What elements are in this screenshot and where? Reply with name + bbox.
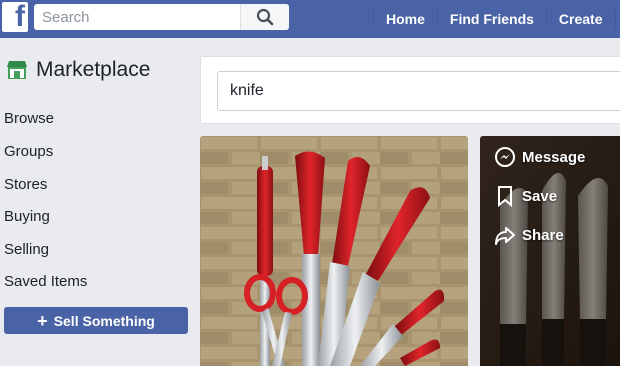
search-box	[34, 4, 289, 30]
marketplace-search-panel	[200, 56, 620, 124]
messenger-icon	[494, 146, 516, 168]
facebook-logo-letter: f	[15, 2, 25, 32]
message-action[interactable]: Message	[494, 146, 585, 168]
bookmark-icon	[494, 185, 516, 207]
share-arrow-icon	[494, 224, 516, 246]
sidebar-item-selling[interactable]: Selling	[4, 241, 49, 258]
save-label: Save	[522, 187, 558, 205]
search-input[interactable]	[34, 4, 255, 30]
top-nav-links: Home Find Friends Create	[373, 0, 616, 38]
sell-something-label: Sell Something	[53, 312, 155, 329]
marketplace-search-field	[217, 71, 620, 111]
page-title: Marketplace	[36, 58, 151, 81]
nav-divider	[545, 9, 547, 29]
nav-divider	[614, 9, 616, 29]
nav-create[interactable]: Create	[547, 0, 615, 38]
sidebar-item-stores[interactable]: Stores	[4, 176, 47, 193]
nav-divider	[436, 9, 438, 29]
marketplace-search-input[interactable]	[218, 72, 620, 110]
save-action[interactable]: Save	[494, 185, 557, 207]
nav-home[interactable]: Home	[374, 0, 437, 38]
sell-something-button[interactable]: + Sell Something	[4, 307, 188, 334]
search-icon	[256, 8, 274, 26]
nav-divider	[373, 9, 374, 29]
share-label: Share	[522, 226, 564, 244]
nav-find-friends[interactable]: Find Friends	[438, 0, 546, 38]
sidebar-item-saved-items[interactable]: Saved Items	[4, 273, 87, 290]
marketplace-store-icon	[7, 61, 27, 79]
plus-icon: +	[37, 310, 48, 331]
listing-photo-knife-block[interactable]	[200, 136, 468, 366]
marketplace-header[interactable]: Marketplace	[6, 58, 150, 82]
share-action[interactable]: Share	[494, 224, 564, 246]
sidebar-item-buying[interactable]: Buying	[4, 208, 50, 225]
sidebar-item-groups[interactable]: Groups	[4, 143, 53, 160]
sidebar-item-browse[interactable]: Browse	[4, 110, 54, 127]
facebook-logo[interactable]: f	[2, 2, 28, 32]
listing-photo-dark-knives[interactable]	[480, 136, 620, 366]
knife-set-image	[200, 136, 468, 366]
search-button[interactable]	[240, 4, 289, 30]
top-navigation-bar: f Home Find Friends Create	[0, 0, 620, 38]
damascus-knives-image	[480, 136, 620, 366]
message-label: Message	[522, 148, 586, 166]
